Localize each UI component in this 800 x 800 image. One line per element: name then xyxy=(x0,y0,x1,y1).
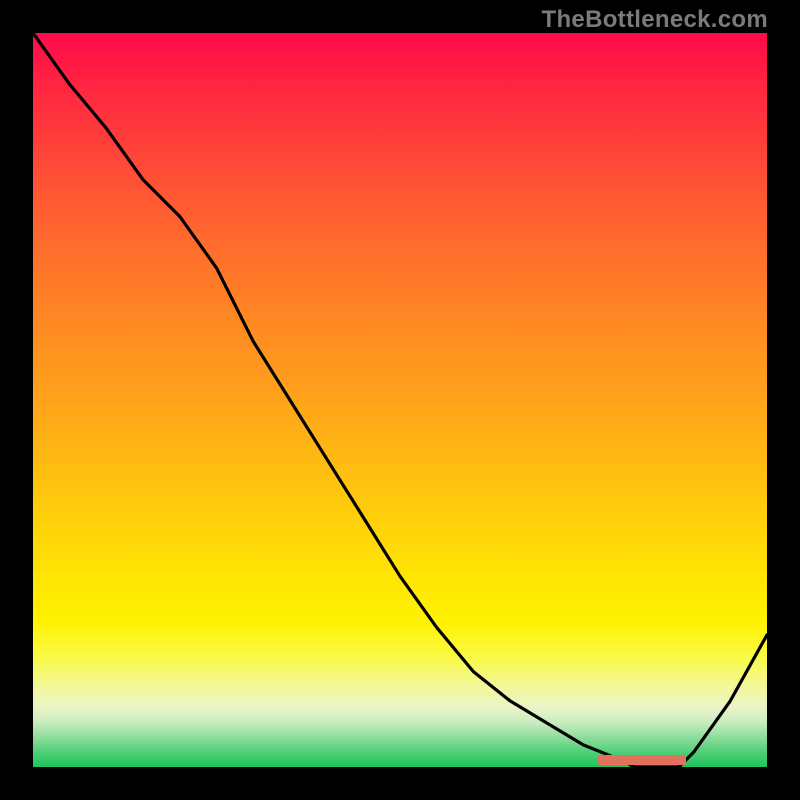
bottleneck-curve xyxy=(33,33,767,767)
curve-layer xyxy=(33,33,767,767)
watermark-text: TheBottleneck.com xyxy=(542,6,768,34)
plot-area xyxy=(33,33,767,767)
optimal-range-marker xyxy=(598,755,686,765)
chart-stage: TheBottleneck.com xyxy=(0,0,800,800)
